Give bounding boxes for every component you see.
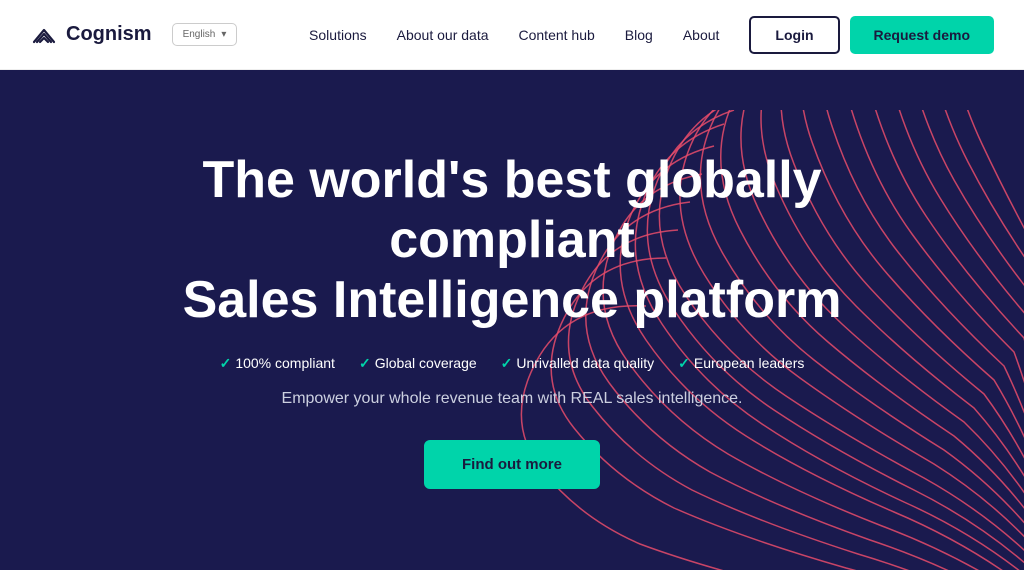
nav-solutions[interactable]: Solutions bbox=[309, 27, 367, 43]
badge-compliant: ✓ 100% compliant bbox=[220, 355, 335, 372]
find-out-more-button[interactable]: Find out more bbox=[424, 440, 600, 489]
check-icon-3: ✓ bbox=[501, 355, 513, 372]
nav-links: Solutions About our data Content hub Blo… bbox=[309, 27, 719, 43]
hero-subtitle: Empower your whole revenue team with REA… bbox=[157, 390, 867, 408]
check-icon-1: ✓ bbox=[220, 355, 232, 372]
logo[interactable]: Cognism bbox=[30, 23, 152, 46]
language-selector[interactable]: English ▾ bbox=[172, 23, 238, 46]
logo-text: Cognism bbox=[66, 23, 152, 46]
chevron-down-icon: ▾ bbox=[221, 29, 226, 40]
cognism-logo-icon bbox=[30, 24, 58, 46]
nav-blog[interactable]: Blog bbox=[625, 27, 653, 43]
hero-title-line2: Sales Intelligence platform bbox=[183, 271, 842, 329]
login-button[interactable]: Login bbox=[749, 16, 839, 54]
nav-content-hub[interactable]: Content hub bbox=[519, 27, 595, 43]
navbar: Cognism English ▾ Solutions About our da… bbox=[0, 0, 1024, 70]
hero-content: The world's best globally compliant Sale… bbox=[137, 151, 887, 488]
language-label: English bbox=[183, 29, 216, 40]
hero-badges: ✓ 100% compliant ✓ Global coverage ✓ Unr… bbox=[157, 355, 867, 372]
hero-section: .wave-line { fill: none; stroke: #e84c6b… bbox=[0, 70, 1024, 570]
badge-leaders: ✓ European leaders bbox=[678, 355, 804, 372]
badge-coverage: ✓ Global coverage bbox=[359, 355, 477, 372]
check-icon-4: ✓ bbox=[678, 355, 690, 372]
hero-title: The world's best globally compliant Sale… bbox=[157, 151, 867, 330]
badge-quality: ✓ Unrivalled data quality bbox=[501, 355, 654, 372]
hero-title-line1: The world's best globally compliant bbox=[202, 151, 821, 269]
nav-about[interactable]: About bbox=[683, 27, 720, 43]
request-demo-button[interactable]: Request demo bbox=[850, 16, 994, 54]
nav-about-data[interactable]: About our data bbox=[397, 27, 489, 43]
check-icon-2: ✓ bbox=[359, 355, 371, 372]
